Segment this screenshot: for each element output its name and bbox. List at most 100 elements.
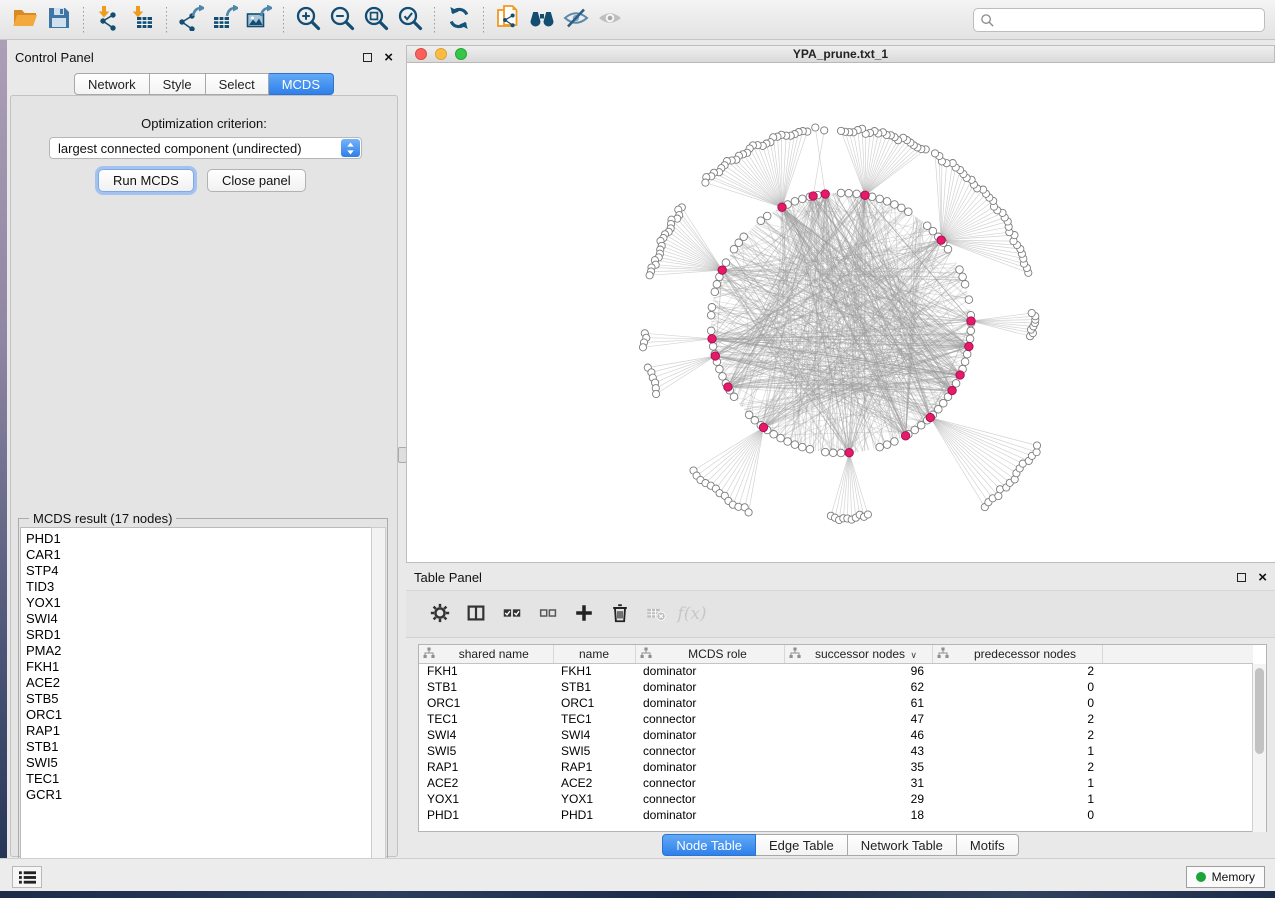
zoom-in-button[interactable] bbox=[291, 4, 325, 36]
table-float-panel-icon[interactable] bbox=[1237, 573, 1246, 582]
shared-name-cell[interactable]: YOX1 bbox=[419, 791, 553, 807]
mcds-role-cell[interactable]: connector bbox=[635, 775, 784, 791]
export-image-button[interactable] bbox=[242, 4, 276, 36]
predecessor-nodes-cell[interactable]: 2 bbox=[932, 759, 1102, 775]
import-network-button[interactable] bbox=[91, 4, 125, 36]
close-mcds-panel-button[interactable]: Close panel bbox=[207, 169, 306, 192]
run-mcds-button[interactable]: Run MCDS bbox=[98, 169, 194, 192]
tab-mcds[interactable]: MCDS bbox=[269, 73, 334, 95]
mcds-result-item[interactable]: TID3 bbox=[26, 579, 371, 595]
mcds-role-cell[interactable]: connector bbox=[635, 711, 784, 727]
successor-nodes-cell[interactable]: 46 bbox=[784, 727, 932, 743]
task-history-button[interactable] bbox=[12, 866, 42, 888]
name-cell[interactable]: SWI5 bbox=[553, 743, 635, 759]
node-table-row[interactable]: ACE2ACE2connector311 bbox=[419, 775, 1253, 791]
name-cell[interactable]: YOX1 bbox=[553, 791, 635, 807]
mcds-result-item[interactable]: SRD1 bbox=[26, 627, 371, 643]
mcds-role-cell[interactable]: connector bbox=[635, 791, 784, 807]
successor-nodes-cell[interactable]: 18 bbox=[784, 807, 932, 823]
table-tab-motifs[interactable]: Motifs bbox=[957, 834, 1019, 856]
search-input[interactable] bbox=[995, 10, 1258, 30]
new-network-from-selection-button[interactable] bbox=[491, 4, 525, 36]
delete-column-button[interactable] bbox=[602, 597, 638, 631]
mcds-role-cell[interactable]: dominator bbox=[635, 807, 784, 823]
name-cell[interactable]: ORC1 bbox=[553, 695, 635, 711]
import-table-button[interactable] bbox=[125, 4, 159, 36]
unselect-all-columns-button[interactable] bbox=[530, 597, 566, 631]
memory-button[interactable]: Memory bbox=[1186, 866, 1265, 888]
zoom-selected-button[interactable] bbox=[393, 4, 427, 36]
predecessor-nodes-cell[interactable]: 1 bbox=[932, 791, 1102, 807]
mcds-result-item[interactable]: STP4 bbox=[26, 563, 371, 579]
predecessor-nodes-cell[interactable]: 0 bbox=[932, 695, 1102, 711]
predecessor-nodes-cell[interactable]: 2 bbox=[932, 663, 1102, 679]
tab-select[interactable]: Select bbox=[206, 73, 269, 95]
mcds-result-item[interactable]: PMA2 bbox=[26, 643, 371, 659]
successor-nodes-cell[interactable]: 47 bbox=[784, 711, 932, 727]
shared-name-cell[interactable]: STB1 bbox=[419, 679, 553, 695]
mcds-result-item[interactable]: PHD1 bbox=[26, 531, 371, 547]
node-table-row[interactable]: STB1STB1dominator620 bbox=[419, 679, 1253, 695]
mcds-result-item[interactable]: ORC1 bbox=[26, 707, 371, 723]
mcds-result-item[interactable]: YOX1 bbox=[26, 595, 371, 611]
table-close-panel-icon[interactable]: × bbox=[1258, 573, 1267, 582]
save-session-button[interactable] bbox=[42, 4, 76, 36]
predecessor-nodes-cell[interactable]: 0 bbox=[932, 807, 1102, 823]
column-header-MCDS-role[interactable]: MCDS role bbox=[635, 645, 784, 663]
table-tab-node-table[interactable]: Node Table bbox=[662, 834, 756, 856]
shared-name-cell[interactable]: ACE2 bbox=[419, 775, 553, 791]
predecessor-nodes-cell[interactable]: 2 bbox=[932, 727, 1102, 743]
node-table-scrollbar-thumb[interactable] bbox=[1255, 668, 1264, 754]
successor-nodes-cell[interactable]: 31 bbox=[784, 775, 932, 791]
hide-selected-button[interactable] bbox=[559, 4, 593, 36]
zoom-out-button[interactable] bbox=[325, 4, 359, 36]
mcds-list-scrollbar[interactable] bbox=[371, 527, 386, 879]
name-cell[interactable]: PHD1 bbox=[553, 807, 635, 823]
mcds-result-item[interactable]: FKH1 bbox=[26, 659, 371, 675]
node-table-row[interactable]: TEC1TEC1connector472 bbox=[419, 711, 1253, 727]
predecessor-nodes-cell[interactable]: 2 bbox=[932, 711, 1102, 727]
tab-style[interactable]: Style bbox=[150, 73, 206, 95]
show-columns-button[interactable] bbox=[458, 597, 494, 631]
node-table-row[interactable]: SWI4SWI4dominator462 bbox=[419, 727, 1253, 743]
mcds-result-item[interactable]: ACE2 bbox=[26, 675, 371, 691]
name-cell[interactable]: ACE2 bbox=[553, 775, 635, 791]
column-header-predecessor-nodes[interactable]: predecessor nodes bbox=[932, 645, 1102, 663]
mcds-role-cell[interactable]: dominator bbox=[635, 663, 784, 679]
successor-nodes-cell[interactable]: 96 bbox=[784, 663, 932, 679]
open-file-button[interactable] bbox=[8, 4, 42, 36]
export-table-button[interactable] bbox=[208, 4, 242, 36]
close-panel-icon[interactable]: × bbox=[384, 53, 393, 62]
node-table-row[interactable]: FKH1FKH1dominator962 bbox=[419, 663, 1253, 679]
shared-name-cell[interactable]: PHD1 bbox=[419, 807, 553, 823]
mcds-result-item[interactable]: SWI4 bbox=[26, 611, 371, 627]
name-cell[interactable]: SWI4 bbox=[553, 727, 635, 743]
float-panel-icon[interactable] bbox=[363, 53, 372, 62]
node-table-row[interactable]: PHD1PHD1dominator180 bbox=[419, 807, 1253, 823]
first-neighbors-button[interactable] bbox=[525, 4, 559, 36]
table-tab-network-table[interactable]: Network Table bbox=[848, 834, 957, 856]
column-header-name[interactable]: name bbox=[553, 645, 635, 663]
apply-layout-button[interactable] bbox=[442, 4, 476, 36]
mcds-result-item[interactable]: RAP1 bbox=[26, 723, 371, 739]
shared-name-cell[interactable]: TEC1 bbox=[419, 711, 553, 727]
mcds-role-cell[interactable]: dominator bbox=[635, 727, 784, 743]
successor-nodes-cell[interactable]: 62 bbox=[784, 679, 932, 695]
successor-nodes-cell[interactable]: 35 bbox=[784, 759, 932, 775]
shared-name-cell[interactable]: RAP1 bbox=[419, 759, 553, 775]
node-table-row[interactable]: RAP1RAP1dominator352 bbox=[419, 759, 1253, 775]
mcds-result-item[interactable]: TEC1 bbox=[26, 771, 371, 787]
node-table-scrollbar[interactable] bbox=[1252, 664, 1266, 832]
shared-name-cell[interactable]: ORC1 bbox=[419, 695, 553, 711]
mcds-role-cell[interactable]: dominator bbox=[635, 679, 784, 695]
zoom-fit-button[interactable] bbox=[359, 4, 393, 36]
node-table-row[interactable]: ORC1ORC1dominator610 bbox=[419, 695, 1253, 711]
search-box[interactable] bbox=[973, 8, 1265, 32]
select-all-columns-button[interactable] bbox=[494, 597, 530, 631]
shared-name-cell[interactable]: FKH1 bbox=[419, 663, 553, 679]
table-tab-edge-table[interactable]: Edge Table bbox=[756, 834, 848, 856]
successor-nodes-cell[interactable]: 61 bbox=[784, 695, 932, 711]
mcds-result-item[interactable]: STB5 bbox=[26, 691, 371, 707]
shared-name-cell[interactable]: SWI5 bbox=[419, 743, 553, 759]
table-settings-button[interactable] bbox=[422, 597, 458, 631]
